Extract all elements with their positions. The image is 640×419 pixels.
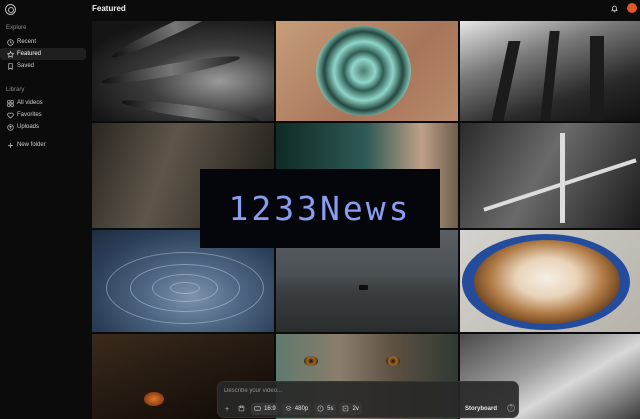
duration-value: 5s [327,406,334,412]
storyboard-button[interactable]: Storyboard [465,403,497,415]
variations-icon [342,405,349,414]
sidebar-item-featured[interactable]: Featured [0,48,86,60]
grid-icon [6,99,14,107]
video-thumbnail[interactable] [460,230,640,332]
upload-icon [6,123,14,131]
sidebar-item-recent[interactable]: Recent [0,36,86,48]
prompt-input[interactable] [224,386,454,396]
plus-icon [6,141,14,149]
video-thumbnail[interactable] [460,21,640,121]
avatar[interactable] [627,3,637,13]
notifications-bell-icon[interactable] [609,3,619,13]
sidebar-item-label: Favorites [17,112,42,118]
explore-section-label: Explore [6,25,27,31]
prompt-controls: + 16:9 480p 5s 2v [222,403,362,415]
add-button[interactable]: + [222,403,232,415]
sidebar-item-label: Recent [17,39,37,45]
heart-icon [6,111,14,119]
aspect-ratio-value: 16:9 [264,406,276,412]
sidebar-item-label: Uploads [17,124,40,130]
new-folder-button[interactable]: New folder [0,139,86,151]
duration-select[interactable]: 5s [314,403,337,415]
timer-icon [317,405,324,414]
video-thumbnail[interactable] [276,21,458,121]
bookmark-icon [6,62,14,70]
video-thumbnail[interactable] [460,123,640,228]
sidebar-item-label: All videos [17,100,43,106]
video-thumbnail[interactable] [92,21,274,121]
help-icon[interactable]: ? [507,404,515,412]
logo-icon[interactable] [5,4,16,15]
watermark-overlay: 1233News [200,169,440,248]
star-icon [6,50,14,58]
sidebar-item-saved[interactable]: Saved [0,60,86,72]
watermark-text: 1233News [228,189,412,228]
variations-select[interactable]: 2v [339,403,362,415]
sidebar-item-label: Featured [17,51,42,57]
resolution-icon [285,405,292,414]
new-folder-label: New folder [17,142,46,148]
save-icon [238,405,245,414]
resolution-value: 480p [294,406,309,412]
sidebar-item-label: Saved [17,63,35,69]
prompt-composer: + 16:9 480p 5s 2 [217,381,519,418]
sidebar-item-uploads[interactable]: Uploads [0,121,86,133]
sidebar: Explore Recent Featured Saved Library Al… [0,0,90,419]
sidebar-item-favorites[interactable]: Favorites [0,109,86,121]
page-title: Featured [92,4,126,13]
presets-button[interactable] [235,403,248,415]
variations-value: 2v [352,406,359,412]
aspect-ratio-select[interactable]: 16:9 [251,403,279,415]
clock-icon [6,38,14,46]
library-section-label: Library [6,87,25,93]
aspect-ratio-icon [254,405,261,414]
sidebar-item-all-videos[interactable]: All videos [0,97,86,109]
resolution-select[interactable]: 480p [281,403,312,415]
plus-icon: + [225,405,230,413]
